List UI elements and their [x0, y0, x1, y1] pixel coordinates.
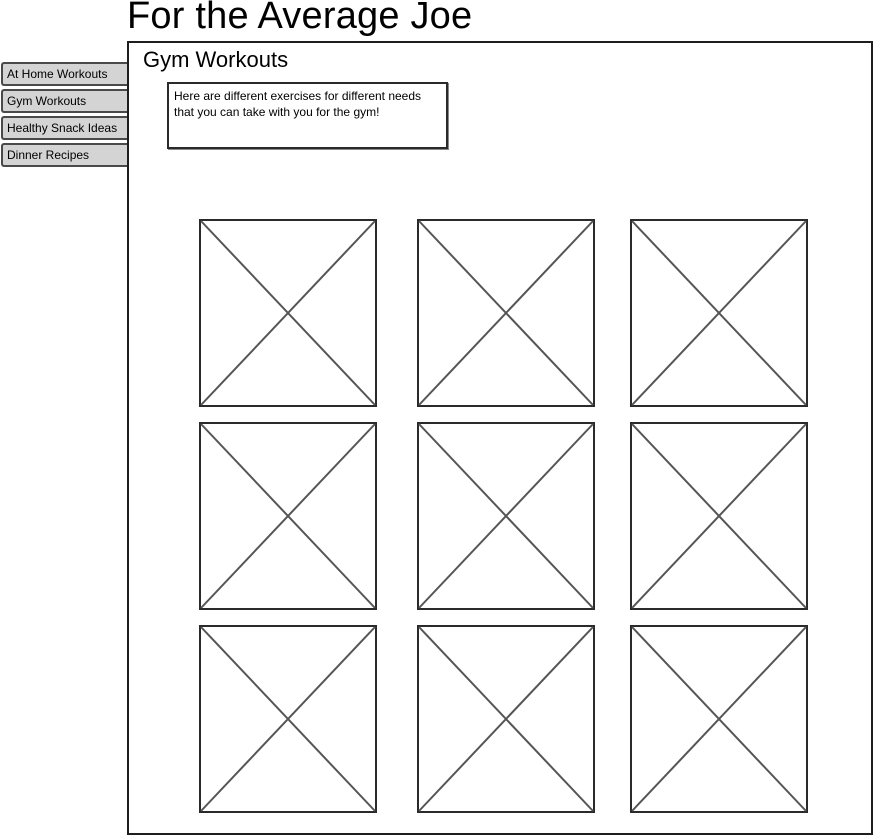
image-placeholder: [630, 625, 808, 813]
side-nav-tabs: At Home Workouts Gym Workouts Healthy Sn…: [1, 62, 128, 170]
image-placeholder-icon: [199, 625, 377, 813]
image-placeholder-icon: [417, 625, 595, 813]
nav-tab-gym-workouts[interactable]: Gym Workouts: [1, 89, 128, 113]
image-placeholder: [199, 422, 377, 610]
main-content-frame: Gym Workouts Here are different exercise…: [127, 41, 873, 835]
page-heading: Gym Workouts: [143, 47, 289, 72]
image-placeholder-icon: [630, 422, 808, 610]
nav-tab-dinner-recipes[interactable]: Dinner Recipes: [1, 143, 128, 167]
image-placeholder-icon: [417, 219, 595, 407]
image-placeholder-icon: [199, 219, 377, 407]
nav-tab-healthy-snack-ideas[interactable]: Healthy Snack Ideas: [1, 116, 128, 140]
image-placeholder: [199, 219, 377, 407]
image-placeholder: [199, 625, 377, 813]
image-placeholder: [630, 422, 808, 610]
image-placeholder-icon: [417, 422, 595, 610]
image-placeholder: [417, 219, 595, 407]
nav-tab-at-home-workouts[interactable]: At Home Workouts: [1, 62, 128, 86]
image-placeholder-icon: [630, 219, 808, 407]
image-placeholder: [417, 422, 595, 610]
image-placeholder-icon: [199, 422, 377, 610]
image-placeholder: [630, 219, 808, 407]
site-title: For the Average Joe: [127, 0, 473, 37]
image-placeholder: [417, 625, 595, 813]
intro-text-box: Here are different exercises for differe…: [167, 82, 448, 149]
image-placeholder-icon: [630, 625, 808, 813]
